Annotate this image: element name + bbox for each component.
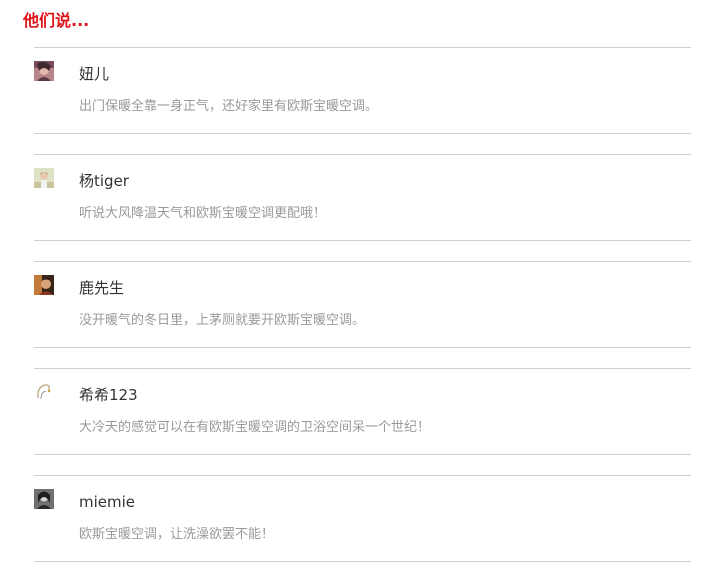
comment-item: 妞儿 出门保暖全靠一身正气，还好家里有欧斯宝暖空调。 <box>34 47 691 134</box>
comment-text: 出门保暖全靠一身正气，还好家里有欧斯宝暖空调。 <box>79 99 379 114</box>
user-avatar-icon[interactable] <box>34 168 54 188</box>
comment-item: 鹿先生 没开暖气的冬日里，上茅厕就要开欧斯宝暖空调。 <box>34 261 691 348</box>
comment-item: 杨tiger 听说大风降温天气和欧斯宝暖空调更配哦！ <box>34 154 691 241</box>
user-avatar-icon[interactable] <box>34 489 54 509</box>
user-avatar-icon[interactable] <box>34 61 54 81</box>
comment-text: 大冷天的感觉可以在有欧斯宝暖空调的卫浴空间呆一个世纪！ <box>79 420 431 435</box>
comment-text: 听说大风降温天气和欧斯宝暖空调更配哦！ <box>79 206 327 221</box>
user-avatar-icon[interactable] <box>34 382 54 402</box>
user-name[interactable]: 希希123 <box>79 384 138 406</box>
comment-text: 欧斯宝暖空调，让洗澡欲罢不能！ <box>79 527 275 542</box>
user-name[interactable]: 妞儿 <box>79 63 109 85</box>
section-heading: 他们说... <box>23 11 90 30</box>
comment-item: miemie 欧斯宝暖空调，让洗澡欲罢不能！ <box>34 475 691 562</box>
comment-text: 没开暖气的冬日里，上茅厕就要开欧斯宝暖空调。 <box>79 313 366 328</box>
user-name[interactable]: miemie <box>79 491 135 513</box>
comment-list: 妞儿 出门保暖全靠一身正气，还好家里有欧斯宝暖空调。 杨tiger 听说大风降温… <box>34 47 691 582</box>
comment-item: 希希123 大冷天的感觉可以在有欧斯宝暖空调的卫浴空间呆一个世纪！ <box>34 368 691 455</box>
user-name[interactable]: 鹿先生 <box>79 277 124 299</box>
user-name[interactable]: 杨tiger <box>79 170 129 192</box>
user-avatar-icon[interactable] <box>34 275 54 295</box>
